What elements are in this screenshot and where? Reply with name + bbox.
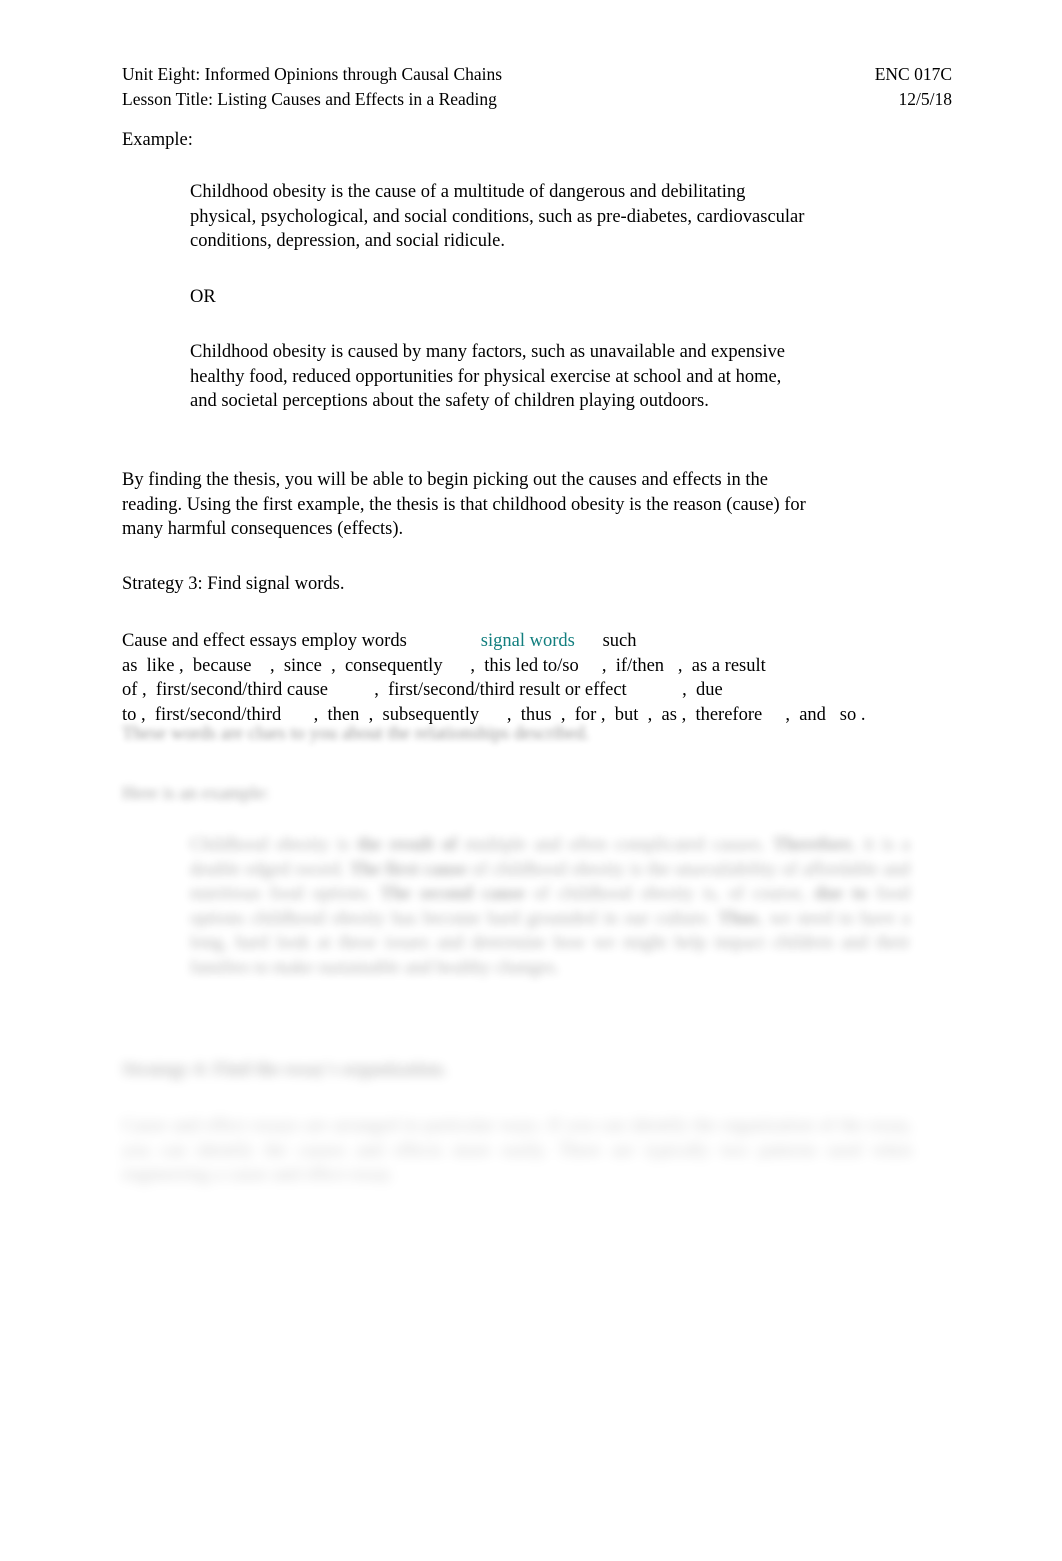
lesson-title: Lesson Title: Listing Causes and Effects… — [122, 89, 497, 109]
signal-words-line-3: of , first/second/third cause , first/se… — [122, 680, 723, 700]
signal-intro-text: Cause and effect essays employ words — [122, 631, 407, 651]
thesis-explanation-paragraph: By finding the thesis, you will be able … — [122, 470, 806, 539]
signal-words-paragraph: Cause and effect essays employ words sig… — [122, 629, 952, 727]
header-row-1: Unit Eight: Informed Opinions through Ca… — [122, 62, 952, 87]
signal-words-line-1: Cause and effect essays employ words sig… — [122, 629, 952, 654]
or-separator-label: OR — [190, 287, 216, 307]
faded-block-text-a: Childhood obesity is — [190, 835, 357, 855]
faded-strategy-4-heading: Strategy 4: Find the essay's organizatio… — [122, 1060, 447, 1080]
example-one-paragraph: Childhood obesity is the cause of a mult… — [190, 182, 805, 251]
example-label: Example: — [122, 130, 193, 150]
faded-clues-line: These words are clues to you about the r… — [122, 724, 590, 744]
document-date: 12/5/18 — [898, 89, 952, 109]
faded-block-text-b: multiple and often complicated causes. — [457, 835, 774, 855]
faded-block-bold-d: The second cause — [380, 884, 526, 904]
document-header: Unit Eight: Informed Opinions through Ca… — [122, 62, 952, 112]
faded-block-text-e: of childhood obesity is, of course, — [525, 884, 815, 904]
signal-words-highlight: signal words — [480, 631, 575, 651]
example-two-paragraph: Childhood obesity is caused by many fact… — [190, 342, 785, 411]
document-page: Unit Eight: Informed Opinions through Ca… — [0, 0, 1062, 1561]
faded-final-paragraph: Cause and effect essays are arranged in … — [122, 1116, 912, 1185]
faded-block-bold-a: the result of — [356, 835, 458, 855]
faded-block-bold-e: due to — [814, 884, 868, 904]
faded-block-bold-c: The first cause — [349, 859, 467, 880]
faded-block-bold-f: Thus — [718, 908, 759, 929]
signal-such-text: such — [602, 631, 637, 651]
strategy-3-heading: Strategy 3: Find signal words. — [122, 574, 345, 594]
header-row-2: Lesson Title: Listing Causes and Effects… — [122, 87, 952, 112]
signal-words-line-2: as like , because , since , consequently… — [122, 655, 766, 676]
faded-block-bold-b: Therefore — [773, 835, 852, 855]
course-code: ENC 017C — [874, 64, 952, 84]
unit-title: Unit Eight: Informed Opinions through Ca… — [122, 64, 503, 84]
faded-example-block: Childhood obesity is the result of multi… — [190, 833, 910, 980]
faded-here-is-an-example-line: Here is an example: — [122, 784, 270, 804]
